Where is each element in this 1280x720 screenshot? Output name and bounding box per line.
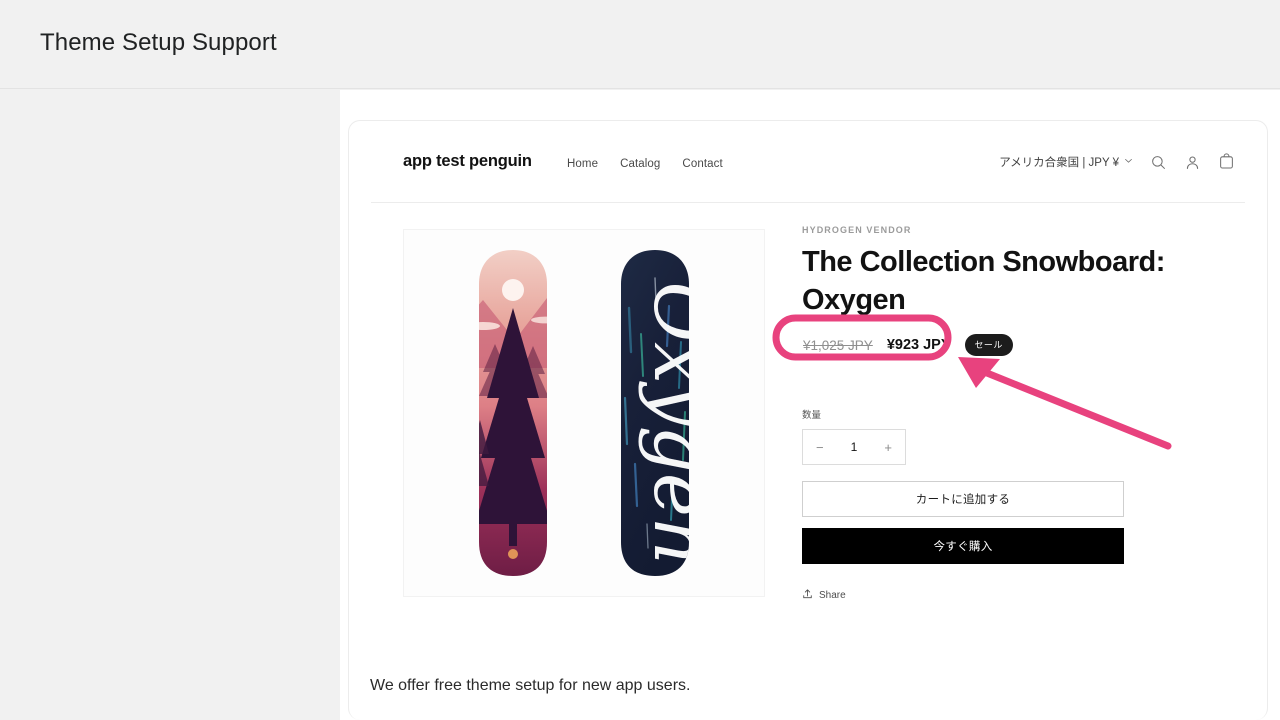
screen: Theme Setup Support app test penguin Hom… bbox=[0, 0, 1280, 720]
quantity-input[interactable]: 1 bbox=[851, 440, 858, 454]
page-title: Theme Setup Support bbox=[40, 29, 277, 56]
snowboard-artwork: Oxygen bbox=[453, 248, 715, 578]
share-label: Share bbox=[819, 590, 846, 602]
storefront-header-actions: アメリカ合衆国 | JPY ¥ bbox=[999, 153, 1235, 171]
store-logo[interactable]: app test penguin bbox=[403, 152, 532, 171]
quantity-stepper[interactable]: − 1 + bbox=[802, 429, 906, 466]
chevron-down-icon bbox=[1124, 156, 1133, 168]
snowboard-pink bbox=[479, 250, 547, 576]
cart-icon[interactable] bbox=[1218, 153, 1235, 171]
product-image[interactable]: Oxygen bbox=[403, 229, 765, 597]
snowboard-navy: Oxygen bbox=[621, 250, 715, 576]
search-icon[interactable] bbox=[1150, 154, 1167, 171]
price-block: ¥1,025 JPY ¥923 JPY セール bbox=[802, 333, 1222, 357]
compare-at-price: ¥1,025 JPY bbox=[803, 337, 873, 353]
storefront-header: app test penguin Home Catalog Contact アメ… bbox=[371, 121, 1245, 203]
product-title: The Collection Snowboard: Oxygen bbox=[802, 246, 1165, 316]
product-vendor: HYDROGEN VENDOR bbox=[802, 225, 912, 235]
locale-currency-selector[interactable]: アメリカ合衆国 | JPY ¥ bbox=[999, 154, 1133, 170]
product-details: HYDROGEN VENDOR The Collection Snowboard… bbox=[802, 225, 1222, 603]
sale-badge: セール bbox=[964, 334, 1013, 357]
buy-now-button[interactable]: 今すぐ購入 bbox=[802, 528, 1124, 565]
support-description: We offer free theme setup for new app us… bbox=[370, 677, 691, 694]
quantity-label: 数量 bbox=[802, 410, 822, 422]
storefront-nav: Home Catalog Contact bbox=[567, 158, 723, 170]
share-icon bbox=[802, 588, 813, 603]
quantity-decrease-button[interactable]: − bbox=[816, 440, 824, 455]
share-button[interactable]: Share bbox=[802, 588, 1222, 603]
quantity-increase-button[interactable]: + bbox=[884, 440, 892, 455]
current-price: ¥923 JPY bbox=[886, 337, 951, 354]
svg-text:Oxygen: Oxygen bbox=[637, 281, 715, 564]
nav-item-catalog[interactable]: Catalog bbox=[620, 158, 660, 170]
account-icon[interactable] bbox=[1184, 154, 1201, 171]
nav-item-home[interactable]: Home bbox=[567, 158, 598, 170]
theme-preview-card: app test penguin Home Catalog Contact アメ… bbox=[348, 120, 1268, 720]
app-header: Theme Setup Support bbox=[0, 0, 1280, 89]
add-to-cart-button[interactable]: カートに追加する bbox=[802, 481, 1124, 518]
locale-label: アメリカ合衆国 | JPY ¥ bbox=[999, 157, 1119, 169]
nav-item-contact[interactable]: Contact bbox=[682, 158, 722, 170]
